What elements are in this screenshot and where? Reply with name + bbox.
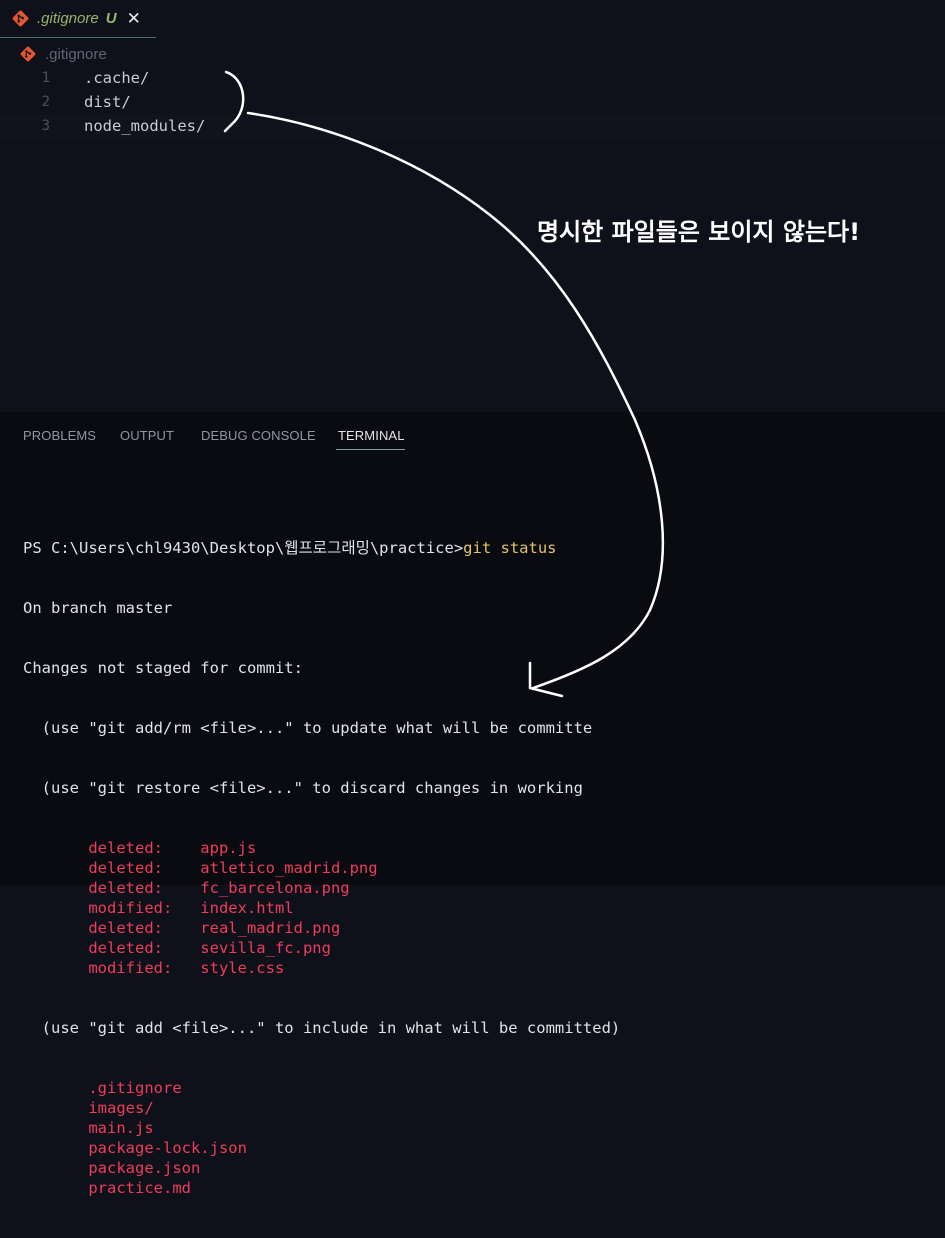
change-status: deleted: [88,839,163,857]
terminal-line: On branch master [23,599,173,617]
terminal-line: PS C:\Users\chl9430\Desktop\웹프로그래밍\pract… [23,538,943,558]
changed-file-entry: modified: index.html [23,898,943,918]
change-status: modified: [88,899,173,917]
changed-file-name: atletico_madrid.png [200,859,378,877]
code-line-active[interactable]: 3 node_modules/ [0,114,945,138]
changed-file-entry: deleted: sevilla_fc.png [23,938,943,958]
untracked-file-entry: package-lock.json [23,1138,943,1158]
terminal-line: (use "git add/rm <file>..." to update wh… [23,719,593,737]
change-status: modified: [88,959,173,977]
changed-file-name: app.js [200,839,257,857]
breadcrumb[interactable]: .gitignore [20,44,107,64]
tab-label: .gitignore [37,10,99,27]
code-line[interactable]: 2 dist/ [0,90,945,114]
line-number: 1 [41,70,50,86]
terminal-line: Changes not staged for commit: [23,659,303,677]
untracked-status-badge: U [105,10,117,27]
git-file-icon [12,10,29,27]
tab-gitignore[interactable]: .gitignore U ✕ [0,0,156,38]
changed-file-entry: deleted: fc_barcelona.png [23,878,943,898]
untracked-file-entry: practice.md [23,1178,943,1198]
code-text: .cache/ [84,69,150,87]
active-tab-indicator [336,449,405,450]
breadcrumb-file-label: .gitignore [45,45,107,63]
tab-output[interactable]: OUTPUT [120,428,174,443]
changed-files-list: deleted: app.js deleted: atletico_madrid.p… [23,838,943,978]
terminal-output[interactable]: PS C:\Users\chl9430\Desktop\웹프로그래밍\pract… [23,498,943,1238]
terminal-command: git status [463,539,557,557]
changed-file-entry: modified: style.css [23,958,943,978]
change-status: deleted: [88,939,163,957]
terminal-prompt: PS C:\Users\chl9430\Desktop\웹프로그래밍\pract… [23,539,464,557]
tab-debug-console[interactable]: DEBUG CONSOLE [201,428,316,443]
untracked-file-name: images/ [88,1099,154,1117]
editor-tab-bar: .gitignore U ✕ [0,0,945,38]
untracked-file-entry: .gitignore [23,1078,943,1098]
tab-terminal[interactable]: TERMINAL [338,428,405,443]
annotation-text: 명시한 파일들은 보이지 않는다! [537,218,861,246]
code-line[interactable]: 1 .cache/ [0,66,945,90]
line-number: 3 [41,118,50,134]
terminal-line: (use "git restore <file>..." to discard … [23,779,583,797]
change-status: deleted: [88,859,163,877]
untracked-files-list: .gitignore images/ main.js package-lock.… [23,1078,943,1198]
line-number: 2 [41,94,50,110]
change-status: deleted: [88,919,163,937]
untracked-file-entry: images/ [23,1098,943,1118]
untracked-file-entry: package.json [23,1158,943,1178]
untracked-file-name: .gitignore [88,1079,182,1097]
tab-problems[interactable]: PROBLEMS [23,428,96,443]
changed-file-name: real_madrid.png [200,919,341,937]
terminal-line: (use "git add <file>..." to include in w… [23,1019,621,1037]
code-text: node_modules/ [84,117,206,135]
changed-file-entry: deleted: real_madrid.png [23,918,943,938]
bottom-panel: PROBLEMS OUTPUT DEBUG CONSOLE TERMINAL P… [0,412,945,1197]
code-text: dist/ [84,93,131,111]
untracked-file-entry: main.js [23,1118,943,1138]
changed-file-name: index.html [200,899,294,917]
untracked-file-name: package.json [88,1159,201,1177]
close-icon[interactable]: ✕ [127,10,141,27]
changed-file-name: style.css [200,959,285,977]
untracked-file-name: main.js [88,1119,154,1137]
git-file-icon [20,46,36,62]
changed-file-entry: deleted: app.js [23,838,943,858]
untracked-file-name: package-lock.json [88,1139,247,1157]
changed-file-name: fc_barcelona.png [200,879,350,897]
untracked-file-name: practice.md [88,1179,191,1197]
changed-file-entry: deleted: atletico_madrid.png [23,858,943,878]
changed-file-name: sevilla_fc.png [200,939,331,957]
change-status: deleted: [88,879,163,897]
panel-tabs: PROBLEMS OUTPUT DEBUG CONSOLE TERMINAL [0,412,945,452]
